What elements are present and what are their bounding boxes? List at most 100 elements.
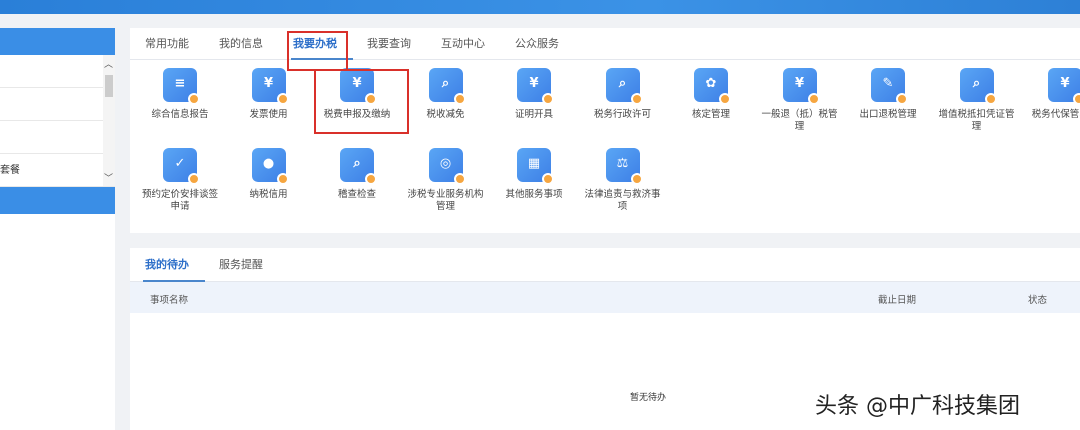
- user-stamp-icon: ●: [251, 148, 289, 185]
- sidebar-row[interactable]: [0, 88, 115, 121]
- icon-accent: [630, 93, 643, 105]
- highlight-box-service: [314, 69, 409, 134]
- sidebar-row[interactable]: 套餐: [0, 154, 115, 187]
- left-sidebar: 套餐 ︿ ﹀: [0, 28, 115, 430]
- invoice-icon: ¥: [251, 68, 289, 105]
- sidebar-section-header: [0, 187, 115, 214]
- service-label: 其他服务事项: [505, 189, 563, 200]
- service-item[interactable]: ✓ 预约定价安排谈签申请: [136, 148, 224, 213]
- empty-message: 暂无待办: [630, 393, 667, 403]
- icon-accent: [188, 93, 200, 105]
- icon-glyph: ⌕: [618, 76, 627, 91]
- service-item[interactable]: ✎ 出口退税管理: [844, 68, 932, 121]
- service-item[interactable]: ≡ 综合信息报告: [136, 68, 224, 121]
- service-label: 证明开具: [514, 109, 553, 120]
- icon-accent: [1073, 93, 1080, 105]
- service-tabs: 常用功能 我的信息 我要办税 我要查询 互动中心 公众服务: [130, 28, 1080, 60]
- icon-glyph: ¥: [263, 76, 274, 91]
- tab-4[interactable]: 互动中心: [441, 28, 515, 59]
- service-label: 涉税专业服务机构管理: [407, 189, 484, 212]
- icon-accent: [453, 93, 466, 105]
- service-label: 稽查检查: [337, 189, 376, 200]
- highlight-box-tab: [287, 31, 348, 71]
- tab-3[interactable]: 我要查询: [367, 28, 441, 59]
- icon-accent: [188, 173, 200, 185]
- tab-0[interactable]: 我的待办: [143, 248, 219, 282]
- scrollbar-thumb[interactable]: [105, 75, 113, 97]
- service-item[interactable]: ◎ 涉税专业服务机构管理: [402, 148, 490, 213]
- icon-glyph: ⚖: [616, 156, 629, 171]
- icon-glyph: ≡: [174, 76, 186, 91]
- money-bag-icon: ¥: [1048, 68, 1080, 105]
- icon-accent: [807, 93, 820, 105]
- service-label: 增值税抵扣凭证管理: [938, 109, 1015, 132]
- service-item[interactable]: ⌕ 稽查检查: [313, 148, 401, 201]
- icon-glyph: ⌕: [353, 156, 361, 171]
- tab-1[interactable]: 我的信息: [219, 28, 293, 59]
- agency-icon: ◎: [428, 148, 466, 185]
- todo-table-header: 事项名称 截止日期 状态: [130, 282, 1080, 313]
- sidebar-scrollbar[interactable]: ︿ ﹀: [103, 55, 115, 186]
- service-label: 发票使用: [249, 109, 288, 120]
- service-item[interactable]: ⌕ 税收减免: [402, 68, 490, 121]
- icon-accent: [453, 173, 466, 185]
- service-label: 核定管理: [691, 109, 730, 120]
- service-item[interactable]: ¥ 一般退（抵）税管理: [756, 68, 844, 133]
- icon-glyph: ✓: [174, 156, 186, 171]
- icon-accent: [896, 93, 908, 105]
- icon-glyph: ✎: [882, 76, 894, 91]
- icon-accent: [984, 93, 997, 105]
- service-label: 出口退税管理: [859, 109, 917, 120]
- service-item[interactable]: ✿ 核定管理: [667, 68, 755, 121]
- service-item[interactable]: ¥ 发票使用: [225, 68, 313, 121]
- icon-accent: [630, 173, 643, 185]
- sidebar-row[interactable]: [0, 55, 115, 88]
- icon-glyph: ⌕: [972, 76, 981, 91]
- icon-accent: [276, 173, 289, 185]
- service-label: 纳税信用: [249, 189, 288, 200]
- service-label: 税务行政许可: [593, 109, 651, 120]
- money-bag-yen-icon: ¥: [517, 68, 554, 105]
- report-icon: ≡: [163, 68, 200, 105]
- license-icon: ⌕: [605, 68, 643, 105]
- service-item[interactable]: ¥ 证明开具: [490, 68, 578, 121]
- chevron-down-icon[interactable]: ﹀: [104, 171, 113, 184]
- service-item[interactable]: ⌕ 增值税抵扣凭证管理: [933, 68, 1021, 133]
- todo-tabs: 我的待办 服务提醒: [130, 248, 1080, 282]
- service-item[interactable]: ⚖ 法律追责与救济事项: [579, 148, 667, 213]
- sidebar-row[interactable]: [0, 121, 115, 154]
- services-card: 常用功能 我的信息 我要办税 我要查询 互动中心 公众服务 ≡ 综合信息报告 ¥ 发票使用 ¥ 税费…: [130, 28, 1080, 233]
- tab-5[interactable]: 公众服务: [515, 28, 589, 59]
- tab-1[interactable]: 服务提醒: [219, 248, 293, 281]
- chevron-up-icon[interactable]: ︿: [104, 57, 113, 70]
- icon-glyph: ◎: [439, 156, 452, 171]
- tab-0[interactable]: 常用功能: [145, 28, 219, 59]
- icon-glyph: ¥: [529, 76, 539, 91]
- gavel-icon: ⚖: [605, 148, 643, 185]
- icon-glyph: ●: [262, 156, 275, 171]
- service-label: 综合信息报告: [151, 109, 209, 120]
- col-deadline: 截止日期: [878, 295, 917, 306]
- icon-accent: [542, 93, 554, 105]
- service-item[interactable]: ¥ 税务代保管收取: [1021, 68, 1080, 121]
- icon-glyph: ⌕: [441, 76, 450, 91]
- badge-icon: ✿: [694, 68, 731, 105]
- service-label: 一般退（抵）税管理: [761, 109, 838, 132]
- service-item[interactable]: ▦ 其他服务事项: [490, 148, 578, 201]
- refund-box-icon: ¥: [782, 68, 820, 105]
- icon-accent: [719, 93, 731, 105]
- icon-glyph: ▦: [527, 156, 541, 171]
- building-icon: ▦: [517, 148, 554, 185]
- inspect-icon: ⌕: [340, 148, 377, 185]
- icon-glyph: ✿: [705, 76, 717, 91]
- voucher-icon: ⌕: [959, 68, 997, 105]
- icon-glyph: ¥: [794, 76, 805, 91]
- col-item-name: 事项名称: [150, 295, 189, 306]
- service-label: 预约定价安排谈签申请: [141, 189, 218, 212]
- checklist-icon: ✓: [163, 148, 200, 185]
- service-item[interactable]: ⌕ 税务行政许可: [579, 68, 667, 121]
- icon-accent: [542, 173, 554, 185]
- service-label: 法律追责与救济事项: [584, 189, 661, 212]
- icon-accent: [276, 93, 289, 105]
- service-item[interactable]: ● 纳税信用: [225, 148, 313, 201]
